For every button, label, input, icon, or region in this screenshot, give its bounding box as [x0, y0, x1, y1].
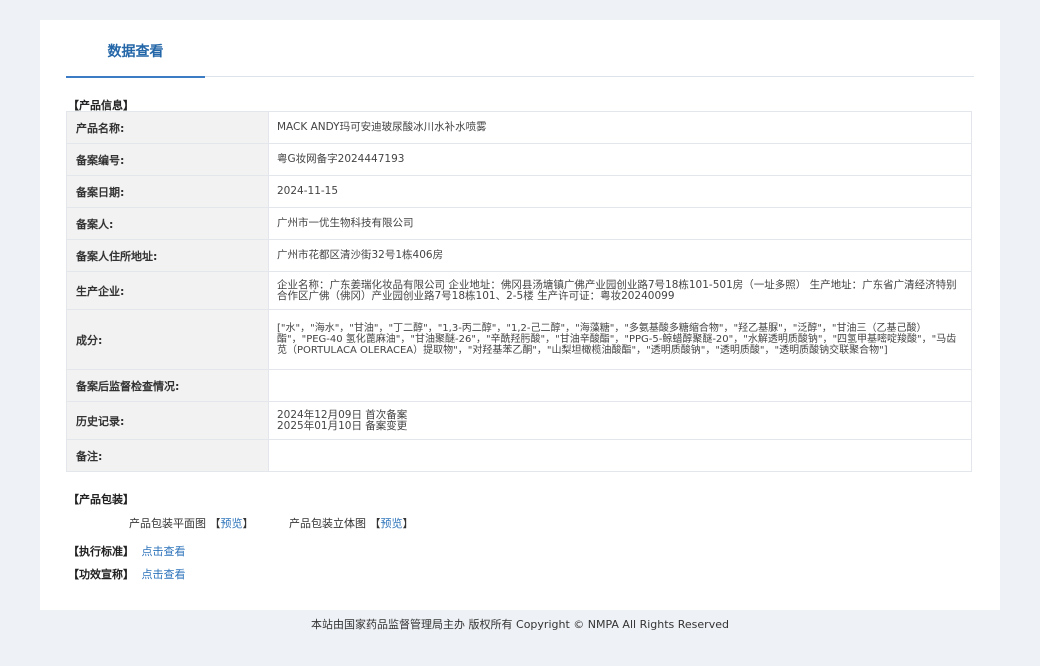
row-label: 历史记录:: [66, 401, 269, 440]
bracket-open: 【: [369, 517, 381, 530]
packaging-flat-label: 产品包装平面图: [129, 517, 206, 530]
section-title-packaging: 【产品包装】: [68, 493, 134, 506]
row-value: 广州市一优生物科技有限公司: [268, 207, 972, 240]
row-label: 备案编号:: [66, 143, 269, 176]
packaging-solid-label: 产品包装立体图: [289, 517, 366, 530]
row-label: 备案后监督检查情况:: [66, 369, 269, 402]
standard-view-link[interactable]: 点击查看: [142, 545, 186, 558]
row-value: MACK ANDY玛可安迪玻尿酸冰川水补水喷雾: [268, 111, 972, 144]
row-label: 备案人:: [66, 207, 269, 240]
row-value: 2024-11-15: [268, 175, 972, 208]
row-value: 粤G妆网备字2024447193: [268, 143, 972, 176]
row-value: ["水"，"海水"，"甘油"，"丁二醇"，"1,3-丙二醇"，"1,2-己二醇"…: [268, 309, 972, 370]
row-label: 备案人住所地址:: [66, 239, 269, 272]
table-row: 历史记录: 2024年12月09日 首次备案 2025年01月10日 备案变更: [66, 401, 972, 440]
row-value: 2024年12月09日 首次备案 2025年01月10日 备案变更: [268, 401, 972, 440]
footer-copyright: 本站由国家药品监督管理局主办 版权所有 Copyright © NMPA All…: [311, 618, 729, 631]
table-row: 备案日期: 2024-11-15: [66, 175, 972, 208]
bracket-close: 】: [242, 517, 254, 530]
preview-flat-link[interactable]: 预览: [221, 517, 243, 530]
table-row: 备案后监督检查情况:: [66, 369, 972, 402]
row-label: 生产企业:: [66, 271, 269, 310]
table-row: 备案编号: 粤G妆网备字2024447193: [66, 143, 972, 176]
claims-label: 【功效宣称】: [68, 568, 134, 581]
tab-bar: 数据查看: [66, 20, 974, 78]
table-row: 备案人住所地址: 广州市花都区清沙街32号1栋406房: [66, 239, 972, 272]
claims-view-link[interactable]: 点击查看: [142, 568, 186, 581]
tab-data-view[interactable]: 数据查看: [66, 20, 205, 78]
product-info-table: 产品名称: MACK ANDY玛可安迪玻尿酸冰川水补水喷雾 备案编号: 粤G妆网…: [66, 111, 972, 472]
preview-solid-link[interactable]: 预览: [381, 517, 403, 530]
table-row: 成分: ["水"，"海水"，"甘油"，"丁二醇"，"1,3-丙二醇"，"1,2-…: [66, 309, 972, 370]
row-label: 产品名称:: [66, 111, 269, 144]
row-value: 广州市花都区清沙街32号1栋406房: [268, 239, 972, 272]
bracket-close: 】: [402, 517, 414, 530]
table-row: 备注:: [66, 439, 972, 472]
bracket-open: 【: [209, 517, 221, 530]
content-card: 数据查看 【产品信息】 产品名称: MACK ANDY玛可安迪玻尿酸冰川水补水喷…: [40, 20, 1000, 610]
table-row: 生产企业: 企业名称：广东姜瑞化妆品有限公司 企业地址：佛冈县汤塘镇广佛产业园创…: [66, 271, 972, 310]
row-label: 备注:: [66, 439, 269, 472]
table-row: 备案人: 广州市一优生物科技有限公司: [66, 207, 972, 240]
claims-row: 【功效宣称】 点击查看: [68, 566, 186, 582]
row-label: 备案日期:: [66, 175, 269, 208]
packaging-flat: 产品包装平面图 【预览】: [129, 515, 254, 531]
standard-label: 【执行标准】: [68, 545, 134, 558]
row-value: 企业名称：广东姜瑞化妆品有限公司 企业地址：佛冈县汤塘镇广佛产业园创业路7号18…: [268, 271, 972, 310]
row-value: [268, 439, 972, 472]
packaging-solid: 产品包装立体图 【预览】: [289, 515, 414, 531]
row-label: 成分:: [66, 309, 269, 370]
standard-row: 【执行标准】 点击查看: [68, 543, 186, 559]
table-row: 产品名称: MACK ANDY玛可安迪玻尿酸冰川水补水喷雾: [66, 111, 972, 144]
row-value: [268, 369, 972, 402]
